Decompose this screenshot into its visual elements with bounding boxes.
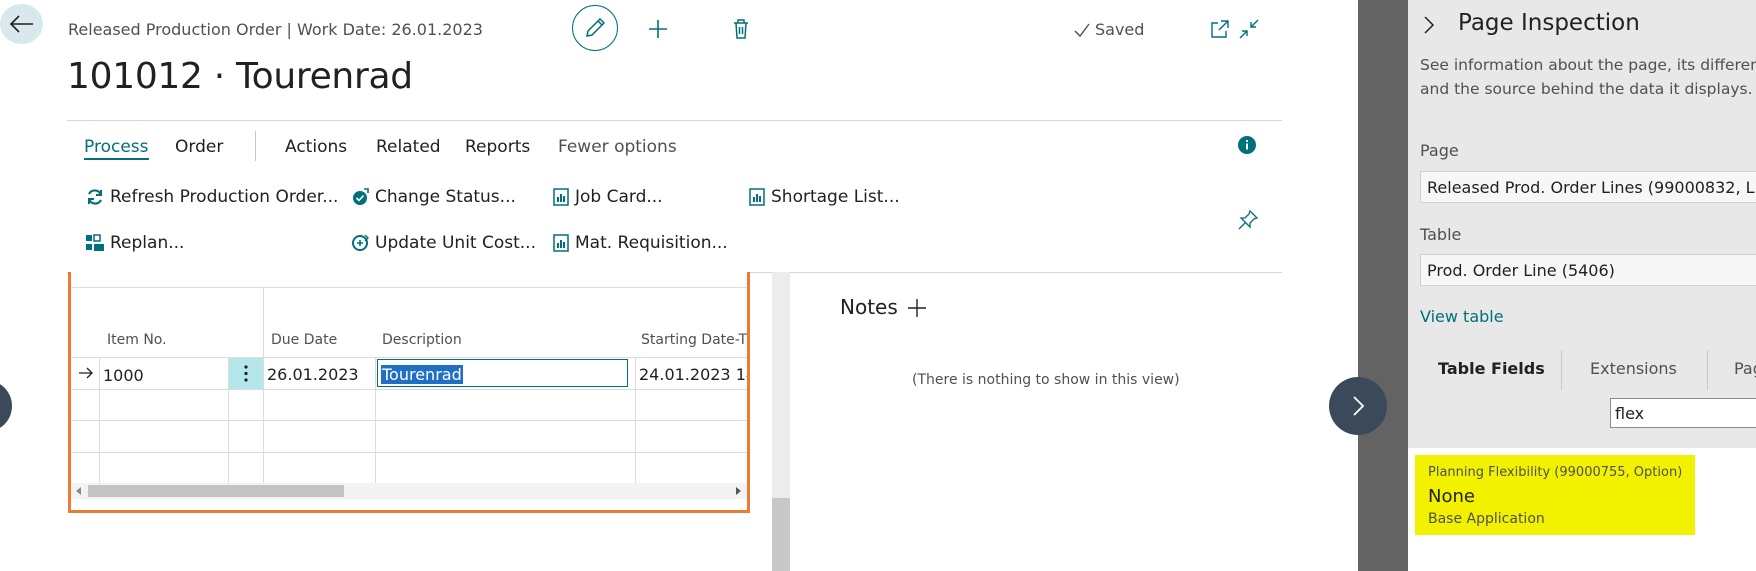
shortage-list-label: Shortage List... <box>771 187 900 207</box>
scroll-left-icon <box>76 487 81 495</box>
chevron-right-icon <box>1353 396 1365 416</box>
info-icon[interactable] <box>1237 135 1257 155</box>
tab-separator <box>1561 350 1562 390</box>
page-value: Released Prod. Order Lines (99000832, Li… <box>1420 171 1756 203</box>
panel-description-line2: and the source behind the data it displa… <box>1420 80 1753 98</box>
refresh-icon <box>85 187 105 207</box>
pencil-icon <box>586 17 606 37</box>
table-value: Prod. Order Line (5406) <box>1420 254 1756 286</box>
field-value: None <box>1428 486 1475 507</box>
update-cost-icon <box>350 233 370 253</box>
collapse-icon <box>1239 19 1259 39</box>
pin-icon <box>1238 209 1259 230</box>
field-item-planning-flexibility[interactable]: Planning Flexibility (99000755, Option) … <box>1415 455 1695 535</box>
collapse-panel-button[interactable] <box>1420 14 1438 36</box>
arrow-left-icon <box>9 15 33 33</box>
status-check-icon <box>350 187 370 207</box>
more-options-icon <box>244 365 248 382</box>
factbox-splitter-thumb[interactable] <box>772 498 790 571</box>
tab-table-fields[interactable]: Table Fields <box>1438 359 1545 378</box>
plus-icon <box>908 299 926 317</box>
column-header-starting-date-time[interactable]: Starting Date-Ti <box>641 332 747 348</box>
scroll-right-icon <box>736 487 741 495</box>
chevron-right-icon <box>1424 16 1435 34</box>
panel-title: Page Inspection <box>1458 10 1640 36</box>
tab-reports[interactable]: Reports <box>465 137 530 157</box>
tab-related[interactable]: Related <box>376 137 441 157</box>
job-card-label: Job Card... <box>575 187 663 207</box>
notes-title: Notes <box>840 295 898 319</box>
report-icon <box>748 187 766 207</box>
column-header-item-no[interactable]: Item No. <box>107 332 167 348</box>
trash-icon <box>734 19 748 39</box>
previous-record-button[interactable] <box>0 380 12 432</box>
replan-label: Replan... <box>110 233 185 253</box>
checkmark-icon <box>1073 22 1091 38</box>
table-label: Table <box>1420 225 1462 244</box>
change-status-label: Change Status... <box>375 187 516 207</box>
job-card-button[interactable]: Job Card... <box>552 185 663 209</box>
tab-order[interactable]: Order <box>175 137 223 157</box>
pin-button[interactable] <box>1237 209 1259 231</box>
back-button[interactable] <box>0 4 43 44</box>
field-filter-input[interactable]: flex <box>1610 398 1756 428</box>
row-actions-button[interactable] <box>229 358 263 389</box>
shortage-list-button[interactable]: Shortage List... <box>748 185 900 209</box>
field-source: Base Application <box>1428 511 1545 527</box>
open-new-window-button[interactable] <box>1209 18 1231 40</box>
production-order-lines-grid: Item No. Due Date Description Starting D… <box>68 272 750 513</box>
report-icon <box>552 233 570 253</box>
tab-separator <box>1707 350 1708 390</box>
field-filter-value: flex <box>1615 404 1645 423</box>
notes-empty-message: (There is nothing to show in this view) <box>912 372 1180 388</box>
fewer-options-button[interactable]: Fewer options <box>558 137 677 157</box>
view-table-link[interactable]: View table <box>1420 307 1504 326</box>
panel-shadow <box>1358 0 1408 571</box>
description-selected-text: Tourenrad <box>381 365 463 384</box>
mat-requisition-button[interactable]: Mat. Requisition... <box>552 231 728 255</box>
mat-requisition-label: Mat. Requisition... <box>575 233 728 253</box>
page-label: Page <box>1420 141 1459 160</box>
delete-button[interactable] <box>730 17 752 41</box>
page-title: 101012 · Tourenrad <box>67 56 413 97</box>
replan-icon <box>85 233 105 253</box>
change-status-button[interactable]: Change Status... <box>350 185 516 209</box>
horizontal-scrollbar[interactable] <box>71 483 747 499</box>
tab-page[interactable]: Pag <box>1734 359 1756 378</box>
report-icon <box>552 187 570 207</box>
scrollbar-thumb[interactable] <box>88 485 344 497</box>
collapse-button[interactable] <box>1237 17 1261 41</box>
cell-due-date[interactable]: 26.01.2023 <box>267 365 359 384</box>
description-input[interactable]: Tourenrad <box>377 359 628 387</box>
breadcrumb: Released Production Order | Work Date: 2… <box>68 20 483 39</box>
new-button[interactable] <box>646 17 670 41</box>
tab-process[interactable]: Process <box>84 137 149 160</box>
add-note-button[interactable] <box>906 297 928 319</box>
replan-button[interactable]: Replan... <box>85 231 184 255</box>
edit-button[interactable] <box>572 5 618 51</box>
next-record-button[interactable] <box>1329 377 1387 435</box>
cell-item-no[interactable]: 1000 <box>103 366 144 385</box>
panel-description-line1: See information about the page, its diff… <box>1420 56 1756 74</box>
update-unit-cost-button[interactable]: Update Unit Cost... <box>350 231 536 255</box>
field-name: Planning Flexibility (99000755, Option) <box>1428 465 1683 480</box>
page-inspection-panel: Page Inspection See information about th… <box>1408 0 1756 571</box>
current-row-arrow-icon <box>77 364 95 382</box>
tab-divider <box>255 131 256 161</box>
column-header-due-date[interactable]: Due Date <box>271 332 337 348</box>
tab-extensions[interactable]: Extensions <box>1590 359 1677 378</box>
header-divider <box>67 120 1282 121</box>
plus-icon <box>649 20 667 38</box>
open-new-window-icon <box>1211 20 1229 38</box>
refresh-production-order-label: Refresh Production Order... <box>110 187 339 207</box>
saved-status: Saved <box>1095 20 1145 39</box>
cell-starting-date-time[interactable]: 24.01.2023 14: <box>639 365 747 384</box>
update-unit-cost-label: Update Unit Cost... <box>375 233 536 253</box>
column-header-description[interactable]: Description <box>382 332 462 348</box>
refresh-production-order-button[interactable]: Refresh Production Order... <box>85 185 338 209</box>
tab-actions[interactable]: Actions <box>285 137 347 157</box>
